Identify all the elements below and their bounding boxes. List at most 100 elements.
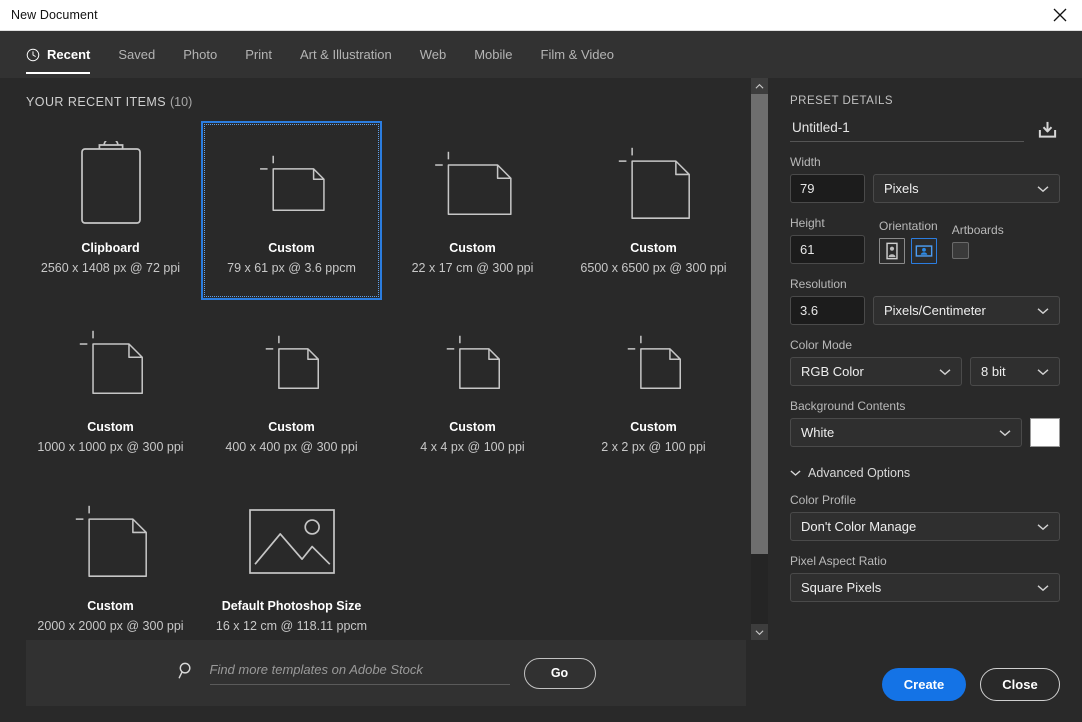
- recent-item-meta: 2560 x 1408 px @ 72 ppi: [40, 261, 181, 275]
- height-orientation-row: Height Orientation: [790, 216, 1060, 264]
- tab-art-illustration[interactable]: Art & Illustration: [286, 31, 406, 78]
- pixel-aspect-ratio-select[interactable]: Square Pixels: [790, 573, 1060, 602]
- scroll-up-button[interactable]: [751, 78, 768, 94]
- preset-details-title: PRESET DETAILS: [790, 95, 894, 107]
- recent-item-thumbnail: [203, 127, 380, 239]
- chevron-down-icon: [1037, 523, 1049, 530]
- chevron-down-icon: [1037, 584, 1049, 591]
- recent-item-card[interactable]: Custom 400 x 400 px @ 300 ppi: [201, 300, 382, 479]
- tab-label: Film & Video: [540, 47, 614, 62]
- tab-web[interactable]: Web: [406, 31, 461, 78]
- save-preset-button[interactable]: [1034, 118, 1060, 142]
- chevron-up-icon: [755, 83, 764, 89]
- close-window-button[interactable]: [1038, 0, 1082, 31]
- new-document-dialog: New Document Recent Saved Photo Print Ar…: [0, 0, 1082, 722]
- portrait-icon: [886, 242, 898, 260]
- artboards-label: Artboards: [951, 223, 1004, 237]
- document-icon: [618, 147, 690, 219]
- document-icon: [265, 335, 319, 389]
- chevron-down-icon: [1037, 185, 1049, 192]
- color-mode-row: RGB Color 8 bit: [790, 357, 1060, 386]
- category-tab-bar: Recent Saved Photo Print Art & Illustrat…: [0, 31, 1082, 78]
- width-row: Pixels: [790, 174, 1060, 203]
- stock-go-button[interactable]: Go: [523, 657, 596, 689]
- recent-item-thumbnail: [203, 306, 380, 418]
- resolution-label: Resolution: [790, 277, 847, 291]
- save-preset-icon: [1038, 121, 1056, 138]
- recent-item-name: Clipboard: [81, 241, 140, 255]
- preset-name-row: [790, 118, 1060, 142]
- tab-mobile[interactable]: Mobile: [460, 31, 526, 78]
- orientation-landscape-button[interactable]: [911, 238, 937, 264]
- width-label: Width: [790, 155, 821, 169]
- advanced-options-toggle[interactable]: Advanced Options: [790, 466, 1060, 480]
- recent-item-card[interactable]: Custom 2 x 2 px @ 100 ppi: [563, 300, 744, 479]
- tab-recent[interactable]: Recent: [26, 31, 104, 78]
- recent-item-card[interactable]: Clipboard 2560 x 1408 px @ 72 ppi: [20, 121, 201, 300]
- background-color-swatch[interactable]: [1030, 418, 1060, 447]
- recent-items-panel: YOUR RECENT ITEMS (10) Clipboard 2560 x 1…: [0, 78, 780, 722]
- scrollbar-thumb[interactable]: [751, 94, 768, 554]
- scroll-down-button[interactable]: [751, 624, 768, 640]
- recent-item-card[interactable]: Custom 2000 x 2000 px @ 300 ppi: [20, 479, 201, 640]
- chevron-down-icon: [1037, 307, 1049, 314]
- tab-saved[interactable]: Saved: [104, 31, 169, 78]
- recent-item-card[interactable]: Custom 6500 x 6500 px @ 300 ppi: [563, 121, 744, 300]
- recent-item-card[interactable]: Custom 22 x 17 cm @ 300 ppi: [382, 121, 563, 300]
- stock-search-input[interactable]: [209, 661, 510, 677]
- color-profile-value: Don't Color Manage: [801, 519, 917, 534]
- document-icon: [446, 335, 500, 389]
- recent-item-thumbnail: [203, 485, 380, 597]
- recent-items-scrollbar[interactable]: [751, 78, 768, 640]
- recent-item-thumbnail: [22, 306, 199, 418]
- recent-items-heading-text: YOUR RECENT ITEMS: [26, 95, 167, 109]
- orientation-group: Orientation: [879, 219, 938, 264]
- recent-item-name: Custom: [630, 420, 677, 434]
- width-unit-select[interactable]: Pixels: [873, 174, 1060, 203]
- tab-film-video[interactable]: Film & Video: [527, 31, 628, 78]
- background-contents-select[interactable]: White: [790, 418, 1022, 447]
- recent-item-card[interactable]: Default Photoshop Size 16 x 12 cm @ 118.1…: [201, 479, 382, 640]
- recent-item-card[interactable]: Custom 1000 x 1000 px @ 300 ppi: [20, 300, 201, 479]
- width-input[interactable]: [790, 174, 865, 203]
- color-mode-select[interactable]: RGB Color: [790, 357, 962, 386]
- preset-name-input[interactable]: [790, 118, 1024, 142]
- recent-item-thumbnail: [565, 306, 742, 418]
- tab-photo[interactable]: Photo: [169, 31, 231, 78]
- tab-label: Art & Illustration: [299, 47, 392, 62]
- create-button[interactable]: Create: [882, 668, 966, 701]
- recent-item-meta: 16 x 12 cm @ 118.11 ppcm: [215, 619, 368, 633]
- recent-item-meta: 2000 x 2000 px @ 300 ppi: [37, 619, 184, 633]
- resolution-input[interactable]: [790, 296, 865, 325]
- artboards-checkbox[interactable]: [951, 242, 969, 259]
- tab-label: Photo: [183, 47, 218, 62]
- window-title: New Document: [11, 8, 98, 22]
- resolution-unit-select[interactable]: Pixels/Centimeter: [873, 296, 1060, 325]
- recent-item-name: Custom: [268, 241, 315, 255]
- tab-label: Print: [245, 47, 272, 62]
- resolution-row: Pixels/Centimeter: [790, 296, 1060, 325]
- pixel-aspect-ratio-label: Pixel Aspect Ratio: [790, 554, 887, 568]
- height-input[interactable]: [790, 235, 865, 264]
- bit-depth-select[interactable]: 8 bit: [970, 357, 1060, 386]
- bit-depth-value: 8 bit: [981, 364, 1006, 379]
- recent-item-card[interactable]: Custom 4 x 4 px @ 100 ppi: [382, 300, 563, 479]
- recent-item-name: Default Photoshop Size: [221, 599, 362, 613]
- recent-item-meta: 79 x 61 px @ 3.6 ppcm: [227, 261, 356, 275]
- color-profile-select[interactable]: Don't Color Manage: [790, 512, 1060, 541]
- clipboard-icon: [80, 141, 141, 224]
- recent-item-name: Custom: [449, 241, 496, 255]
- height-label: Height: [790, 216, 825, 230]
- pixel-aspect-ratio-value: Square Pixels: [801, 580, 882, 595]
- recent-item-meta: 22 x 17 cm @ 300 ppi: [411, 261, 534, 275]
- recent-item-thumbnail: [384, 306, 561, 418]
- orientation-portrait-button[interactable]: [879, 238, 905, 264]
- recent-item-name: Custom: [87, 599, 134, 613]
- document-icon: [627, 335, 681, 389]
- recent-item-meta: 2 x 2 px @ 100 ppi: [601, 440, 706, 454]
- close-button[interactable]: Close: [980, 668, 1060, 701]
- recent-item-thumbnail: [22, 127, 199, 239]
- recent-item-card[interactable]: Custom 79 x 61 px @ 3.6 ppcm: [201, 121, 382, 300]
- tab-print[interactable]: Print: [231, 31, 286, 78]
- scrollbar-track[interactable]: [751, 94, 768, 624]
